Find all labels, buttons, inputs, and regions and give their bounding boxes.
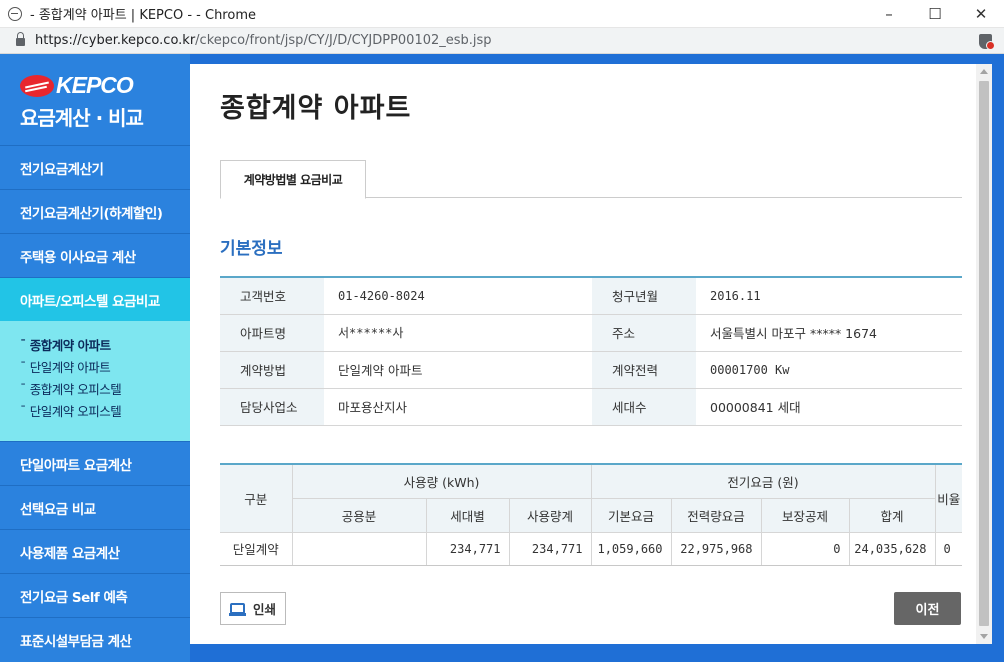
address-label: 주소 (592, 314, 696, 352)
nav-item-single-apartment-calc[interactable]: 단일아파트 요금계산 (0, 441, 190, 485)
row-total: 24,035,628 (849, 532, 936, 566)
billing-month-label: 청구년월 (592, 277, 696, 315)
nav-item-facility-charge[interactable]: 표준시설부담금 계산 (0, 617, 190, 661)
billing-month-value: 2016.11 (696, 277, 962, 315)
nav-item-apartment-compare[interactable]: 아파트/오피스텔 요금비교 (0, 277, 208, 322)
customer-no-label: 고객번호 (220, 277, 324, 315)
url-text[interactable]: https://cyber.kepco.co.kr/ckepco/front/j… (35, 33, 492, 48)
main-content: 종합계약 아파트 계약방법별 요금비교 기본정보 고객번호 01-4260-80… (190, 64, 976, 644)
address-bar[interactable]: https://cyber.kepco.co.kr/ckepco/front/j… (0, 28, 1004, 54)
apt-name-value: 서******사 (324, 314, 592, 352)
window-title: - 종합계약 아파트 | KEPCO - - Chrome (30, 8, 256, 23)
table-row: 담당사업소 마포용산지사 세대수 00000841 세대 (220, 388, 962, 426)
header-category: 구분 (220, 464, 293, 533)
header-guarantee: 보장공제 (761, 498, 850, 533)
header-usage: 사용량 (kWh) (292, 464, 592, 499)
table-row: 단일계약 234,771 234,771 1,059,660 22,975,96… (220, 532, 962, 566)
extension-icon[interactable] (979, 34, 995, 50)
close-button[interactable]: ✕ (958, 0, 1004, 28)
url-path: /ckepco/front/jsp/CY/J/D/CYJDPP00102_esb… (195, 33, 492, 48)
table-header-row: 공용분 세대별 사용량계 기본요금 전력량요금 보장공제 합계 (220, 498, 962, 533)
header-ratio: 비율 (935, 464, 962, 533)
row-ratio: 0 (935, 532, 962, 566)
url-host: https://cyber.kepco.co.kr (35, 33, 196, 48)
lock-icon[interactable] (16, 32, 25, 46)
header-total: 합계 (849, 498, 936, 533)
office-label: 담당사업소 (220, 388, 324, 426)
table-row: 계약방법 단일계약 아파트 계약전력 00001700 Kw (220, 351, 962, 389)
nav-item-calculator[interactable]: 전기요금계산기 (0, 145, 190, 189)
row-usage-total: 234,771 (509, 532, 592, 566)
subnav-item-single-officetel[interactable]: ˉ 단일계약 오피스텔 (20, 399, 190, 421)
fee-comparison-table: 구분 사용량 (kWh) 전기요금 (원) 비율 공용분 세대별 사용량계 기본… (220, 463, 962, 566)
apt-name-label: 아파트명 (220, 314, 324, 352)
nav-item-appliance-fee[interactable]: 사용제품 요금계산 (0, 529, 190, 573)
contract-power-value: 00001700 Kw (696, 351, 962, 389)
nav-item-summer-calculator[interactable]: 전기요금계산기(하계할인) (0, 189, 190, 233)
households-value: 00000841 세대 (696, 388, 962, 426)
nav-item-self-forecast[interactable]: 전기요금 Self 예측 (0, 573, 190, 617)
subnav: ˉ 종합계약 아파트 ˉ 단일계약 아파트 ˉ 종합계약 오피스텔 ˉ 단일계약 오피스… (0, 321, 190, 441)
row-basic-fee: 1,059,660 (591, 532, 672, 566)
page-favicon-icon (8, 6, 22, 21)
scrollbar-thumb[interactable] (979, 81, 989, 626)
scroll-up-arrow-icon[interactable] (980, 69, 988, 74)
minimize-button[interactable]: – (866, 0, 912, 28)
customer-no-value: 01-4260-8024 (324, 277, 592, 315)
brand-name: KEPCO (56, 72, 134, 98)
tab-contract-compare[interactable]: 계약방법별 요금비교 (220, 160, 366, 199)
header-common: 공용분 (292, 498, 427, 533)
table-row: 아파트명 서******사 주소 서울특별시 마포구 ***** 1674 (220, 314, 962, 352)
subnav-item-combined-officetel[interactable]: ˉ 종합계약 오피스텔 (20, 377, 190, 399)
browser-title-bar: - 종합계약 아파트 | KEPCO - - Chrome – ☐ ✕ (0, 0, 1004, 28)
scroll-down-arrow-icon[interactable] (980, 634, 988, 639)
header-basic-fee: 기본요금 (591, 498, 672, 533)
window-controls: – ☐ ✕ (866, 0, 1004, 28)
header-fee: 전기요금 (원) (591, 464, 936, 499)
previous-button[interactable]: 이전 (894, 592, 961, 625)
nav-item-optional-fee[interactable]: 선택요금 비교 (0, 485, 190, 529)
row-household: 234,771 (426, 532, 510, 566)
row-guarantee: 0 (761, 532, 850, 566)
print-button[interactable]: 인쇄 (220, 592, 286, 625)
kepco-logo-icon (20, 74, 54, 97)
tab-bar: 계약방법별 요금비교 (220, 160, 962, 199)
subnav-item-combined-apartment[interactable]: ˉ 종합계약 아파트 (20, 333, 190, 355)
contract-method-label: 계약방법 (220, 351, 324, 389)
row-energy-fee: 22,975,968 (671, 532, 762, 566)
header-usage-total: 사용량계 (509, 498, 592, 533)
row-common (292, 532, 427, 566)
households-label: 세대수 (592, 388, 696, 426)
table-row: 고객번호 01-4260-8024 청구년월 2016.11 (220, 277, 962, 315)
address-value: 서울특별시 마포구 ***** 1674 (696, 314, 962, 352)
page-title: 종합계약 아파트 (220, 93, 412, 124)
sidebar: KEPCO 요금계산 · 비교 전기요금계산기 전기요금계산기(하계할인) 주택… (0, 54, 208, 662)
section-title-basic-info: 기본정보 (220, 239, 283, 259)
contract-power-label: 계약전력 (592, 351, 696, 389)
header-energy-fee: 전력량요금 (671, 498, 762, 533)
nav-item-moving-fee[interactable]: 주택용 이사요금 계산 (0, 233, 190, 277)
table-header-row: 구분 사용량 (kWh) 전기요금 (원) 비율 (220, 464, 962, 533)
sidebar-logo[interactable]: KEPCO 요금계산 · 비교 (0, 54, 190, 145)
vertical-scrollbar[interactable] (976, 64, 992, 644)
office-value: 마포용산지사 (324, 388, 592, 426)
basic-info-table: 고객번호 01-4260-8024 청구년월 2016.11 아파트명 서***… (220, 276, 962, 426)
subnav-item-single-apartment[interactable]: ˉ 단일계약 아파트 (20, 355, 190, 377)
printer-icon (228, 603, 246, 616)
maximize-button[interactable]: ☐ (912, 0, 958, 28)
contract-method-value: 단일계약 아파트 (324, 351, 592, 389)
header-household: 세대별 (426, 498, 510, 533)
print-label: 인쇄 (252, 602, 276, 617)
row-category: 단일계약 (220, 532, 293, 566)
sidebar-subtitle: 요금계산 · 비교 (20, 106, 144, 130)
